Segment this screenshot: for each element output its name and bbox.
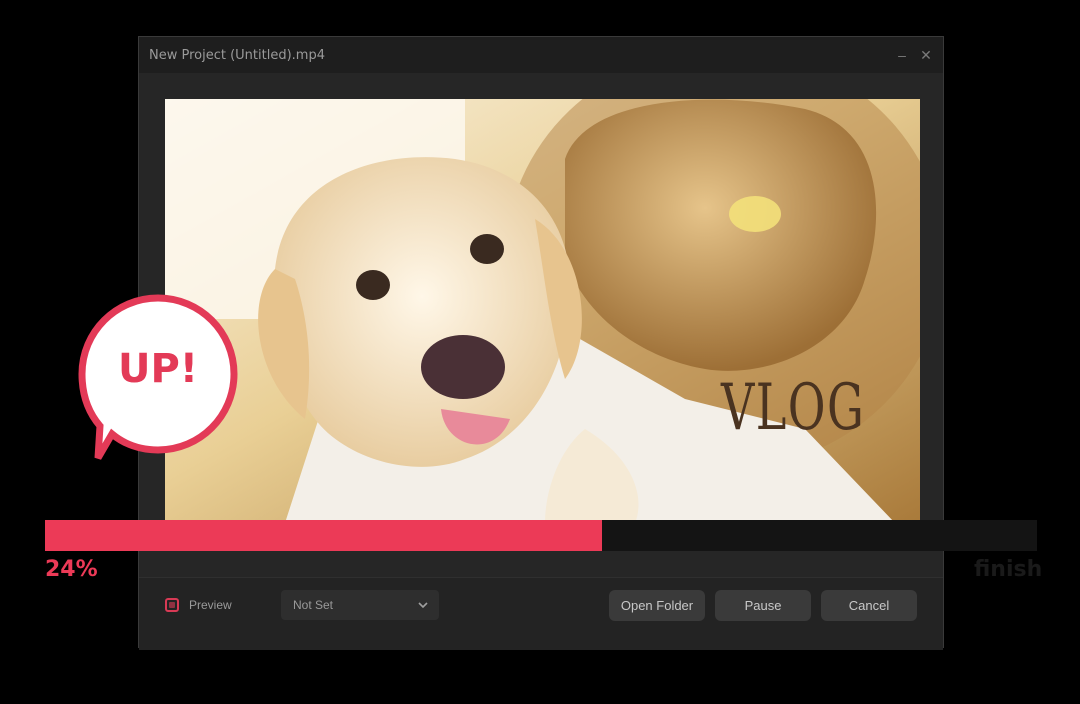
preview-image [165, 99, 920, 523]
progress-bar [45, 520, 1037, 551]
output-select[interactable]: Not Set [281, 590, 439, 620]
open-folder-button[interactable]: Open Folder [609, 590, 705, 621]
bottom-toolbar: Preview Not Set Open Folder Pause Cancel [139, 577, 943, 650]
checkbox-icon[interactable] [165, 598, 179, 612]
progress-percent: 24% [45, 557, 98, 582]
speech-bubble-icon: UP! [78, 294, 248, 466]
cancel-button[interactable]: Cancel [821, 590, 917, 621]
preview-label: Preview [189, 598, 232, 612]
select-value: Not Set [293, 598, 334, 612]
title-bar: New Project (Untitled).mp4 – ✕ [139, 37, 943, 73]
window-title: New Project (Untitled).mp4 [149, 48, 325, 63]
badge-text: UP! [117, 346, 199, 392]
video-preview: VLOG [165, 99, 920, 523]
pause-button[interactable]: Pause [715, 590, 811, 621]
stage: New Project (Untitled).mp4 – ✕ VLOG Prev… [0, 0, 1080, 704]
chevron-down-icon [418, 602, 428, 609]
progress-fill [45, 520, 603, 551]
export-window: New Project (Untitled).mp4 – ✕ VLOG Prev… [138, 36, 944, 650]
minimize-icon[interactable]: – [893, 46, 911, 64]
progress-finish-label: finish [974, 557, 1043, 582]
preview-toggle[interactable]: Preview [165, 598, 232, 612]
close-icon[interactable]: ✕ [917, 46, 935, 64]
vlog-overlay-text: VLOG [721, 371, 866, 445]
